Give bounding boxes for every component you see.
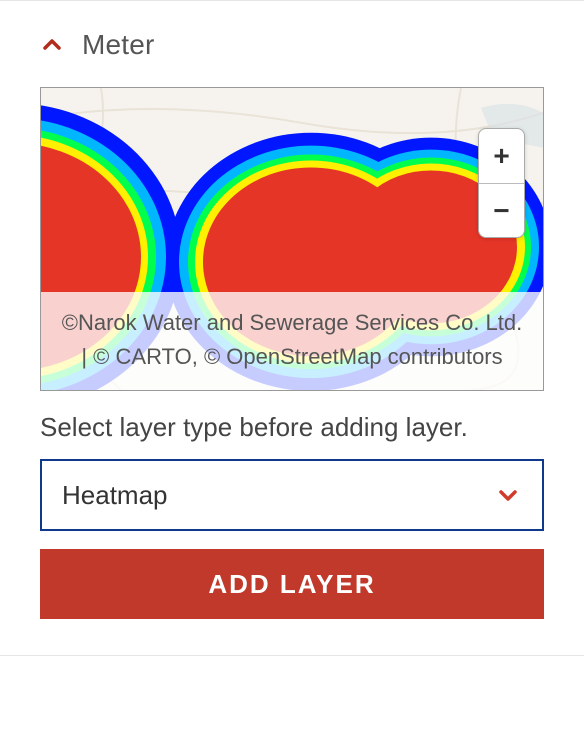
meter-panel: Meter <box>0 0 584 656</box>
zoom-in-button[interactable]: + <box>479 129 524 183</box>
add-layer-button[interactable]: ADD LAYER <box>40 549 544 619</box>
layer-instruction: Select layer type before adding layer. <box>40 409 544 445</box>
section-header[interactable]: Meter <box>40 29 544 61</box>
section-title: Meter <box>82 29 155 61</box>
zoom-out-button[interactable]: − <box>479 183 524 237</box>
chevron-up-icon <box>40 33 64 57</box>
layer-type-select[interactable]: Heatmap <box>40 459 544 531</box>
zoom-control: + − <box>478 128 525 238</box>
map-preview[interactable]: + − ©Narok Water and Sewerage Services C… <box>40 87 544 391</box>
map-attribution: ©Narok Water and Sewerage Services Co. L… <box>41 292 543 390</box>
layer-type-value: Heatmap <box>62 480 168 511</box>
chevron-down-icon <box>496 483 520 507</box>
